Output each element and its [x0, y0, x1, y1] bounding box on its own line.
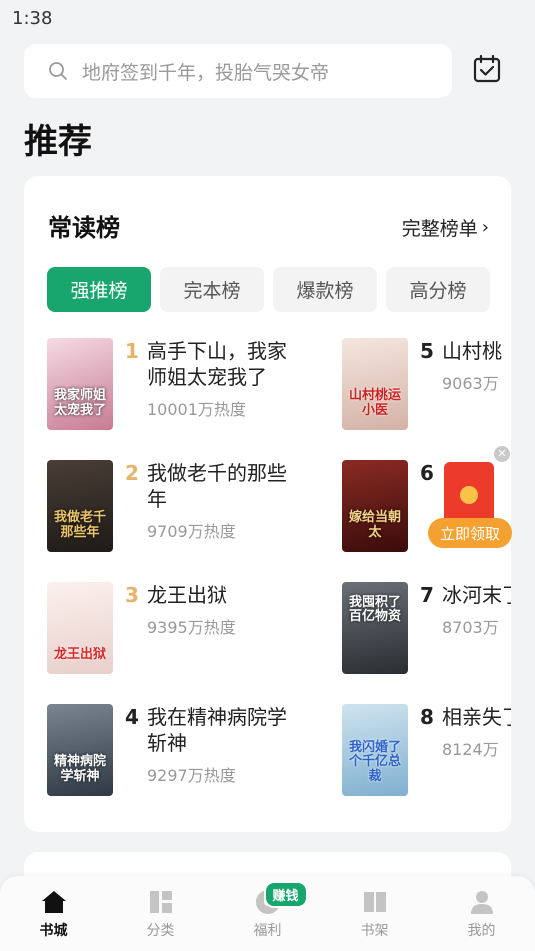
cover-title: 我闪婚了个千亿总裁: [348, 740, 401, 784]
profile-icon: [470, 891, 493, 914]
book-title: 高手下山，我家师姐太宠我了: [147, 339, 287, 389]
full-list-label: 完整榜单: [401, 218, 478, 240]
heat-count: 8124万: [442, 740, 499, 759]
home-icon: [41, 891, 66, 913]
nav-label: 分类: [146, 923, 175, 939]
book-item[interactable]: 山村桃运小医 5 山村桃 9063万: [342, 338, 511, 430]
nav-bookshelf[interactable]: 书架: [335, 887, 415, 940]
status-time: 1:38: [12, 8, 53, 29]
cover-title: 我囤积了百亿物资: [348, 595, 401, 625]
calendar-check-icon[interactable]: [470, 52, 504, 86]
red-packet-widget[interactable]: ✕ 立即领取: [428, 446, 512, 548]
cover-title: 龙王出狱: [53, 646, 106, 662]
nav-bookstore[interactable]: 书城: [14, 887, 94, 940]
rank-number: 4: [125, 705, 139, 729]
heat-count: 9395万热度: [147, 618, 236, 637]
ranking-tabs: 强推榜 完本榜 爆款榜 高分榜: [47, 267, 499, 312]
category-icon: [149, 891, 172, 913]
book-cover: 我闪婚了个千亿总裁: [342, 704, 408, 796]
nav-label: 书城: [39, 923, 68, 939]
book-item[interactable]: 精神病院学斩神 4 我在精神病院学斩神 9297万热度: [47, 704, 300, 796]
search-icon: [49, 62, 67, 80]
book-title: 相亲失了个千: [442, 705, 511, 729]
heat-count: 9709万热度: [147, 522, 236, 541]
cover-title: 山村桃运小医: [348, 388, 401, 418]
chevron-right-icon: ›: [481, 217, 489, 238]
book-title: 我做老千的那些年: [147, 461, 287, 511]
cover-title: 我做老千那些年: [53, 510, 106, 540]
book-title: 我在精神病院学斩神: [147, 705, 287, 755]
book-item[interactable]: 我做老千那些年 2 我做老千的那些年 9709万热度: [47, 460, 300, 552]
rank-number: 7: [420, 583, 434, 607]
book-cover: 山村桃运小医: [342, 338, 408, 430]
rank-number: 3: [125, 583, 139, 607]
coin-icon: [460, 486, 478, 504]
book-item[interactable]: 我囤积了百亿物资 7 冰河末了百亿 8703万: [342, 582, 511, 674]
rank-number: 2: [125, 461, 139, 485]
heat-count: 9063万: [442, 374, 499, 393]
ranking-title: 常读榜: [48, 214, 120, 242]
tab-hot[interactable]: 爆款榜: [273, 267, 377, 312]
red-packet-icon: [444, 462, 494, 526]
rank-number: 1: [125, 339, 139, 363]
cover-title: 我家师姐太宠我了: [53, 388, 106, 418]
close-icon[interactable]: ✕: [494, 446, 510, 462]
heat-count: 8703万: [442, 618, 499, 637]
book-cover: 龙王出狱: [47, 582, 113, 674]
nav-profile[interactable]: 我的: [442, 887, 522, 940]
book-title: 龙王出狱: [147, 583, 227, 607]
rank-number: 5: [420, 339, 434, 363]
claim-button[interactable]: 立即领取: [428, 518, 512, 548]
heat-count: 10001万热度: [147, 400, 246, 419]
earn-badge: 赚钱: [263, 881, 308, 908]
book-cover: 嫁给当朝太: [342, 460, 408, 552]
book-title: 山村桃: [442, 339, 502, 363]
book-item[interactable]: 龙王出狱 3 龙王出狱 9395万热度: [47, 582, 300, 674]
book-item[interactable]: 我闪婚了个千亿总裁 8 相亲失了个千 8124万: [342, 704, 511, 796]
tab-strong-recommend[interactable]: 强推榜: [47, 267, 151, 312]
rank-number: 8: [420, 705, 434, 729]
nav-welfare[interactable]: 赚钱 福利: [228, 881, 308, 940]
full-list-link[interactable]: 完整榜单 ›: [402, 214, 489, 241]
cover-title: 精神病院学斩神: [53, 754, 106, 784]
book-title: 冰河末了百亿: [442, 583, 511, 607]
book-cover: 我囤积了百亿物资: [342, 582, 408, 674]
search-placeholder: 地府签到千年，投胎气哭女帝: [82, 61, 330, 84]
nav-label: 福利: [253, 923, 282, 939]
heat-count: 9297万热度: [147, 766, 236, 785]
nav-label: 书架: [360, 923, 389, 939]
page-title: 推荐: [24, 122, 92, 162]
book-item[interactable]: 我家师姐太宠我了 1 高手下山，我家师姐太宠我了 10001万热度: [47, 338, 300, 430]
book-cover: 我做老千那些年: [47, 460, 113, 552]
nav-label: 我的: [467, 923, 496, 939]
book-cover: 我家师姐太宠我了: [47, 338, 113, 430]
bottom-nav: 书城 分类 赚钱 福利 书架 我的: [0, 876, 535, 951]
tab-high-score[interactable]: 高分榜: [386, 267, 490, 312]
book-cover: 精神病院学斩神: [47, 704, 113, 796]
bookshelf-icon: [363, 892, 386, 912]
tab-completed[interactable]: 完本榜: [160, 267, 264, 312]
search-bar[interactable]: 地府签到千年，投胎气哭女帝: [24, 44, 452, 98]
nav-category[interactable]: 分类: [121, 887, 201, 940]
cover-title: 嫁给当朝太: [348, 510, 401, 540]
